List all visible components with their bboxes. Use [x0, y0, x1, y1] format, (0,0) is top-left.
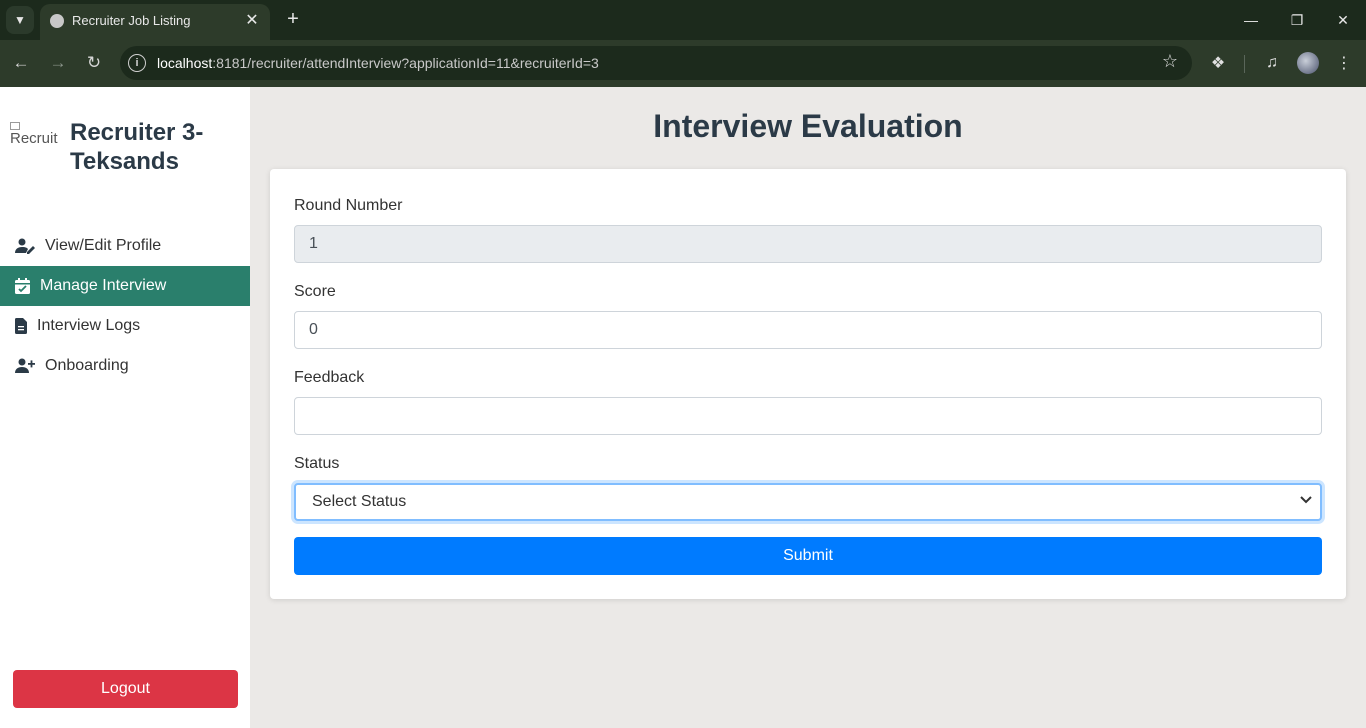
status-select[interactable]: Select Status — [294, 483, 1322, 521]
minimize-icon[interactable]: — — [1236, 8, 1266, 32]
back-arrow-icon[interactable]: ← — [8, 50, 34, 76]
brand-name: Recruiter 3-Teksands — [70, 119, 204, 175]
evaluation-form-card: Round Number 1 Score 0 Feedback Status S… — [270, 169, 1346, 599]
sidebar: Recruit Recruiter 3-Teksands View/Edit P… — [0, 87, 250, 728]
page-title: Interview Evaluation — [653, 108, 963, 144]
bookmark-star-icon[interactable]: ☆ — [1162, 51, 1178, 72]
sidebar-item-interview-logs[interactable]: Interview Logs — [0, 306, 250, 346]
sidebar-item-manage-interview[interactable]: Manage Interview — [0, 266, 250, 306]
profile-avatar[interactable] — [1297, 52, 1319, 74]
sidebar-menu: View/Edit Profile Manage Interview Inter… — [0, 226, 250, 386]
forward-arrow-icon[interactable]: → — [45, 50, 71, 76]
sidebar-item-label: Interview Logs — [37, 317, 141, 334]
address-bar[interactable]: i localhost:8181/recruiter/attendIntervi… — [120, 46, 1192, 80]
status-select-value: Select Status — [312, 493, 407, 510]
status-label: Status — [294, 455, 340, 472]
sidebar-item-onboarding[interactable]: Onboarding — [0, 346, 250, 386]
feedback-label: Feedback — [294, 369, 365, 386]
tab-close-icon[interactable]: ✕ — [242, 10, 262, 30]
broken-image-icon — [10, 122, 20, 130]
tab-title: Recruiter Job Listing — [72, 13, 191, 28]
user-plus-icon — [15, 358, 37, 374]
browser-toolbar: ← → ↻ i localhost:8181/recruiter/attendI… — [0, 40, 1366, 87]
url-text[interactable]: localhost:8181/recruiter/attendInterview… — [157, 55, 599, 71]
site-info-icon[interactable]: i — [128, 54, 146, 72]
score-input[interactable]: 0 — [294, 311, 1322, 349]
chevron-down-icon — [1300, 494, 1312, 508]
extensions-puzzle-icon[interactable]: ❖ — [1206, 51, 1230, 75]
tab-search-chevron-icon[interactable]: ▼ — [6, 6, 34, 34]
browser-tab[interactable]: Recruiter Job Listing ✕ — [40, 4, 270, 40]
feedback-input[interactable] — [294, 397, 1322, 435]
restore-icon[interactable]: ❐ — [1282, 8, 1312, 32]
user-edit-icon — [15, 238, 37, 254]
reload-icon[interactable]: ↻ — [81, 50, 107, 76]
sidebar-item-label: Manage Interview — [40, 277, 167, 294]
score-label: Score — [294, 283, 336, 300]
round-number-label: Round Number — [294, 197, 403, 214]
sidebar-item-label: View/Edit Profile — [45, 237, 162, 254]
new-tab-plus-icon[interactable]: + — [282, 8, 304, 30]
globe-icon — [50, 14, 64, 28]
calendar-check-icon — [15, 278, 32, 294]
submit-button[interactable]: Submit — [294, 537, 1322, 575]
recruiter-logo-broken-image: Recruit — [10, 122, 58, 148]
kebab-menu-icon[interactable]: ⋮ — [1332, 51, 1356, 75]
sidebar-item-label: Onboarding — [45, 357, 129, 374]
round-number-input[interactable]: 1 — [294, 225, 1322, 263]
toolbar-divider — [1244, 55, 1245, 73]
browser-tab-bar: ▼ Recruiter Job Listing ✕ + — ❐ ✕ — [0, 0, 1366, 40]
window-close-icon[interactable]: ✕ — [1328, 8, 1358, 32]
media-queue-icon[interactable]: ♫ — [1260, 51, 1284, 75]
sidebar-item-view-edit-profile[interactable]: View/Edit Profile — [0, 226, 250, 266]
logout-button[interactable]: Logout — [13, 670, 238, 708]
file-icon — [15, 318, 29, 334]
